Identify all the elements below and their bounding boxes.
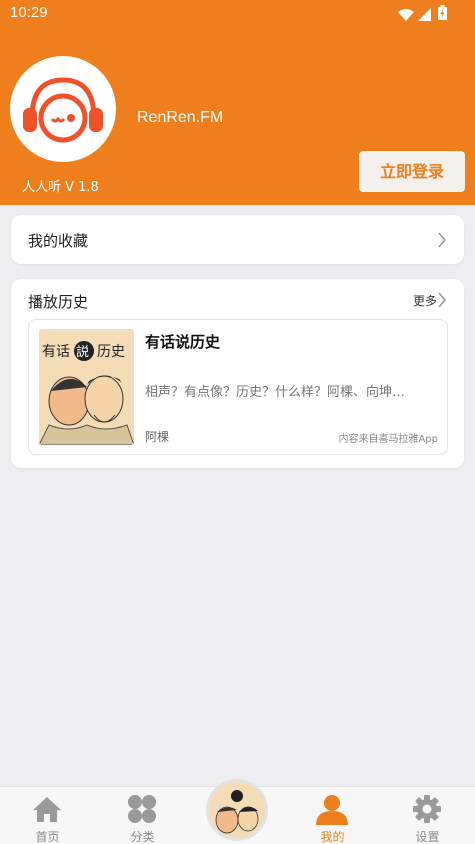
item-description: 相声？有点像？历史？什么样？阿棵、向坤… <box>145 385 406 400</box>
grid-icon <box>126 793 158 825</box>
cover-text-3: 历史 <box>97 344 125 360</box>
item-source: 内容来自喜马拉雅App <box>338 434 438 445</box>
app-logo-avatar[interactable] <box>10 56 116 162</box>
item-title: 有话说历史 <box>145 333 221 351</box>
status-bar: 10:29 <box>0 0 475 28</box>
cover-text-2: 説 <box>76 344 89 360</box>
tab-settings[interactable]: 设置 <box>380 787 475 844</box>
wifi-icon <box>398 6 414 21</box>
battery-icon <box>438 5 447 20</box>
more-chevron-icon[interactable] <box>437 292 447 308</box>
history-title: 播放历史 <box>28 293 89 311</box>
chevron-right-icon <box>437 232 447 248</box>
headphones-logo-icon <box>23 77 103 143</box>
now-playing-cover <box>209 782 265 838</box>
profile-header: 10:29 RenRen.FM 人人听 V 1.8 立即登录 <box>0 0 475 205</box>
status-time: 10:29 <box>10 4 48 21</box>
tab-home[interactable]: 首页 <box>0 787 95 844</box>
play-history-card: 播放历史 更多 有话 説 历史 有话说历史 相声？有点像？历史？什么样？阿棵、向… <box>11 279 464 468</box>
cover-text-1: 有话 <box>42 344 70 360</box>
tab-mine-label: 我的 <box>320 830 345 844</box>
tab-category-label: 分类 <box>130 830 155 844</box>
item-author: 阿棵 <box>145 430 170 444</box>
album-cover: 有话 説 历史 <box>39 329 134 445</box>
signal-icon <box>418 6 431 21</box>
home-icon <box>31 793 63 825</box>
login-button[interactable]: 立即登录 <box>359 151 465 192</box>
tab-settings-label: 设置 <box>415 830 440 844</box>
app-name: RenRen.FM <box>137 109 224 126</box>
history-item[interactable]: 有话 説 历史 有话说历史 相声？有点像？历史？什么样？阿棵、向坤… 阿棵 内容… <box>28 319 448 455</box>
tab-home-label: 首页 <box>35 830 60 844</box>
tab-mine[interactable]: 我的 <box>285 787 380 844</box>
history-more-link[interactable]: 更多 <box>413 292 437 309</box>
app-version: 人人听 V 1.8 <box>22 180 99 195</box>
person-icon <box>316 793 348 825</box>
now-playing-disc[interactable] <box>206 779 268 841</box>
favorites-row[interactable]: 我的收藏 <box>11 215 464 264</box>
favorites-label: 我的收藏 <box>28 232 89 250</box>
gear-icon <box>411 793 443 825</box>
tab-category[interactable]: 分类 <box>95 787 190 844</box>
